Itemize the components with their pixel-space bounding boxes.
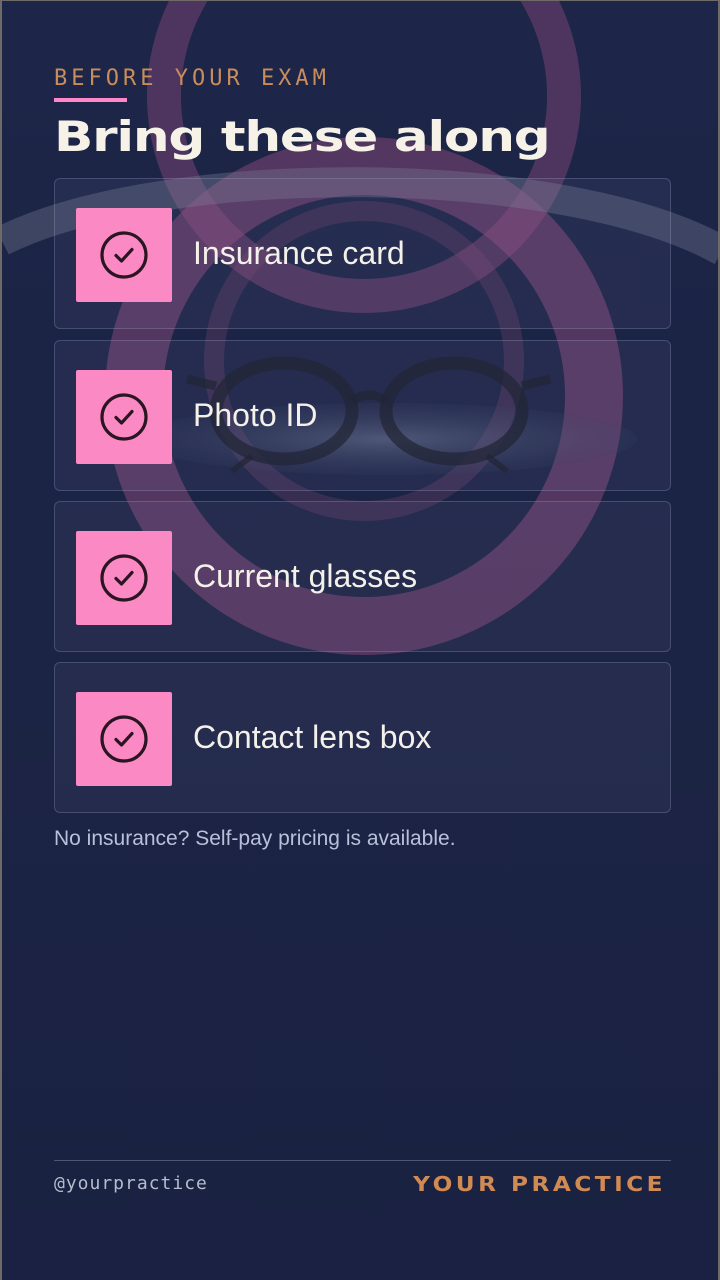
brand-wordmark: YOUR PRACTICE — [413, 1172, 666, 1196]
checklist-item-label: Photo ID — [193, 397, 318, 433]
screen: BEFORE YOUR EXAM Bring these along Insur… — [0, 0, 720, 1280]
social-handle: @yourpractice — [54, 1173, 208, 1194]
check-tile — [76, 531, 172, 625]
check-circle-icon — [100, 554, 148, 602]
page-title: Bring these along — [54, 112, 551, 161]
footer-divider — [54, 1160, 671, 1161]
check-tile — [76, 692, 172, 786]
check-circle-icon — [100, 715, 148, 763]
checklist-item-label: Insurance card — [193, 235, 405, 271]
check-tile — [76, 208, 172, 302]
check-tile — [76, 370, 172, 464]
checklist-item-label: Contact lens box — [193, 719, 432, 755]
checklist-item-current-glasses: Current glasses — [54, 501, 671, 652]
check-circle-icon — [100, 393, 148, 441]
eyebrow-label: BEFORE YOUR EXAM — [54, 66, 330, 91]
checklist-item-insurance-card: Insurance card — [54, 178, 671, 329]
checklist-item-photo-id: Photo ID — [54, 340, 671, 491]
checklist-item-label: Current glasses — [193, 558, 418, 594]
checklist-item-contact-lens-box: Contact lens box — [54, 662, 671, 813]
eyebrow-underline — [54, 98, 127, 102]
self-pay-note: No insurance? Self-pay pricing is availa… — [54, 827, 456, 850]
check-circle-icon — [100, 231, 148, 279]
